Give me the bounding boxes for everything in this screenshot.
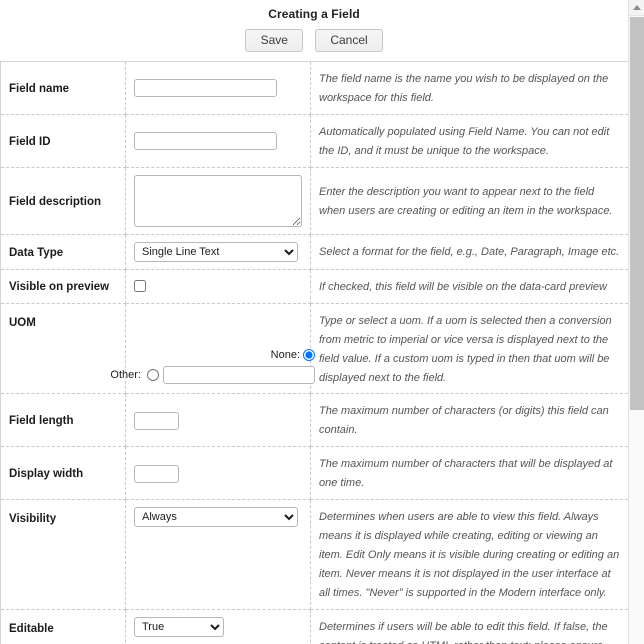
row-control-cell (125, 393, 311, 448)
row-help-cell: Enter the description you want to appear… (310, 167, 628, 235)
row-label-cell: Visible on preview (0, 269, 126, 304)
row-label-cell: Field ID (0, 114, 126, 168)
table-row: Display width The maximum number of char… (0, 446, 628, 501)
save-button[interactable]: Save (245, 29, 304, 52)
row-control-cell: Single Line Text (125, 234, 311, 270)
row-help-cell: Automatically populated using Field Name… (310, 114, 628, 168)
row-help-cell: Determines if users will be able to edit… (310, 609, 628, 644)
table-row: Field name The field name is the name yo… (0, 61, 628, 115)
field-properties-table: Field name The field name is the name yo… (0, 61, 628, 644)
visibility-select[interactable]: Always (134, 507, 298, 528)
scroll-up-button[interactable] (629, 0, 644, 16)
table-row: Data Type Single Line Text Select a form… (0, 234, 628, 270)
scrollbar-thumb[interactable] (630, 17, 644, 410)
row-help-cell: If checked, this field will be visible o… (310, 269, 628, 304)
row-help-cell: The maximum number of characters (or dig… (310, 393, 628, 448)
uom-label: UOM (9, 316, 36, 329)
row-label-cell: Data Type (0, 234, 126, 270)
data-type-label: Data Type (9, 246, 64, 259)
vertical-scrollbar[interactable] (628, 0, 644, 644)
action-buttons: Save Cancel (0, 29, 628, 52)
field-length-input[interactable] (134, 411, 179, 430)
field-description-textarea[interactable] (134, 174, 302, 227)
row-label-cell: Editable (0, 609, 126, 644)
display-width-label: Display width (9, 468, 84, 481)
visible-on-preview-label: Visible on preview (9, 281, 110, 294)
cancel-button[interactable]: Cancel (315, 29, 383, 52)
field-length-help: The maximum number of characters (or dig… (319, 405, 609, 437)
visible-on-preview-checkbox[interactable] (134, 279, 146, 292)
page-title: Creating a Field (268, 7, 360, 21)
field-editor-page: Creating a Field Save Cancel Field name … (0, 0, 644, 644)
row-control-cell (125, 446, 311, 501)
uom-other-label: Other: (110, 369, 141, 382)
row-control-cell (125, 61, 311, 115)
row-help-cell: Select a format for the field, e.g., Dat… (310, 234, 628, 270)
editable-select[interactable]: True (134, 616, 224, 637)
field-name-label: Field name (9, 82, 70, 95)
display-width-input[interactable] (134, 464, 179, 483)
row-control-cell: None: Other: (110, 303, 315, 395)
row-control-cell: True (125, 609, 311, 644)
row-control-cell (125, 114, 311, 168)
row-control-cell (125, 269, 311, 304)
data-type-select[interactable]: Single Line Text (134, 241, 298, 262)
table-row: UOM None: Other: Type or select a uom. I… (0, 303, 628, 395)
field-description-label: Field description (9, 195, 102, 208)
field-name-input[interactable] (134, 79, 277, 98)
field-id-help: Automatically populated using Field Name… (319, 125, 610, 157)
row-control-cell (125, 167, 311, 235)
uom-none-label: None: (270, 349, 300, 362)
uom-radio-group: None: Other: (110, 346, 315, 385)
field-id-input[interactable] (134, 132, 277, 151)
table-row: Field ID Automatically populated using F… (0, 114, 628, 168)
visibility-label: Visibility (9, 513, 57, 526)
uom-other-input[interactable] (163, 366, 315, 385)
row-label-cell: Field length (0, 393, 126, 448)
row-help-cell: Type or select a uom. If a uom is select… (310, 303, 628, 395)
row-label-cell: Display width (0, 446, 126, 501)
row-label-cell: Field description (0, 167, 126, 235)
field-name-help: The field name is the name you wish to b… (319, 73, 609, 104)
display-width-help: The maximum number of characters that wi… (319, 458, 613, 490)
visible-on-preview-help: If checked, this field will be visible o… (319, 280, 607, 293)
editable-help: Determines if users will be able to edit… (319, 620, 608, 644)
row-label-cell: Visibility (0, 499, 126, 610)
table-row: Visibility Always Determines when users … (0, 499, 628, 610)
visibility-help: Determines when users are able to view t… (319, 511, 620, 599)
row-control-cell: Always (125, 499, 311, 610)
uom-help: Type or select a uom. If a uom is select… (319, 314, 612, 384)
field-length-label: Field length (9, 415, 74, 428)
row-help-cell: The maximum number of characters that wi… (310, 446, 628, 501)
row-help-cell: The field name is the name you wish to b… (310, 61, 628, 115)
scrollbar-track[interactable] (629, 17, 644, 644)
table-row: Field length The maximum number of chara… (0, 393, 628, 448)
table-row: Visible on preview If checked, this fiel… (0, 269, 628, 304)
field-id-label: Field ID (9, 135, 51, 148)
row-help-cell: Determines when users are able to view t… (310, 499, 628, 610)
uom-none-radio[interactable] (303, 349, 315, 362)
uom-other-radio[interactable] (147, 369, 159, 382)
field-description-help: Enter the description you want to appear… (319, 185, 613, 217)
chevron-up-icon (633, 5, 641, 10)
uom-other-row: Other: (110, 366, 315, 385)
row-label-cell: Field name (0, 61, 126, 115)
uom-none-row: None: (137, 346, 315, 364)
data-type-help: Select a format for the field, e.g., Dat… (319, 246, 620, 259)
table-row: Field description Enter the description … (0, 167, 628, 235)
table-row: Editable True Determines if users will b… (0, 609, 628, 644)
row-label-cell: UOM (0, 303, 126, 395)
editable-label: Editable (9, 622, 54, 635)
page-content: Creating a Field Save Cancel Field name … (0, 0, 628, 644)
